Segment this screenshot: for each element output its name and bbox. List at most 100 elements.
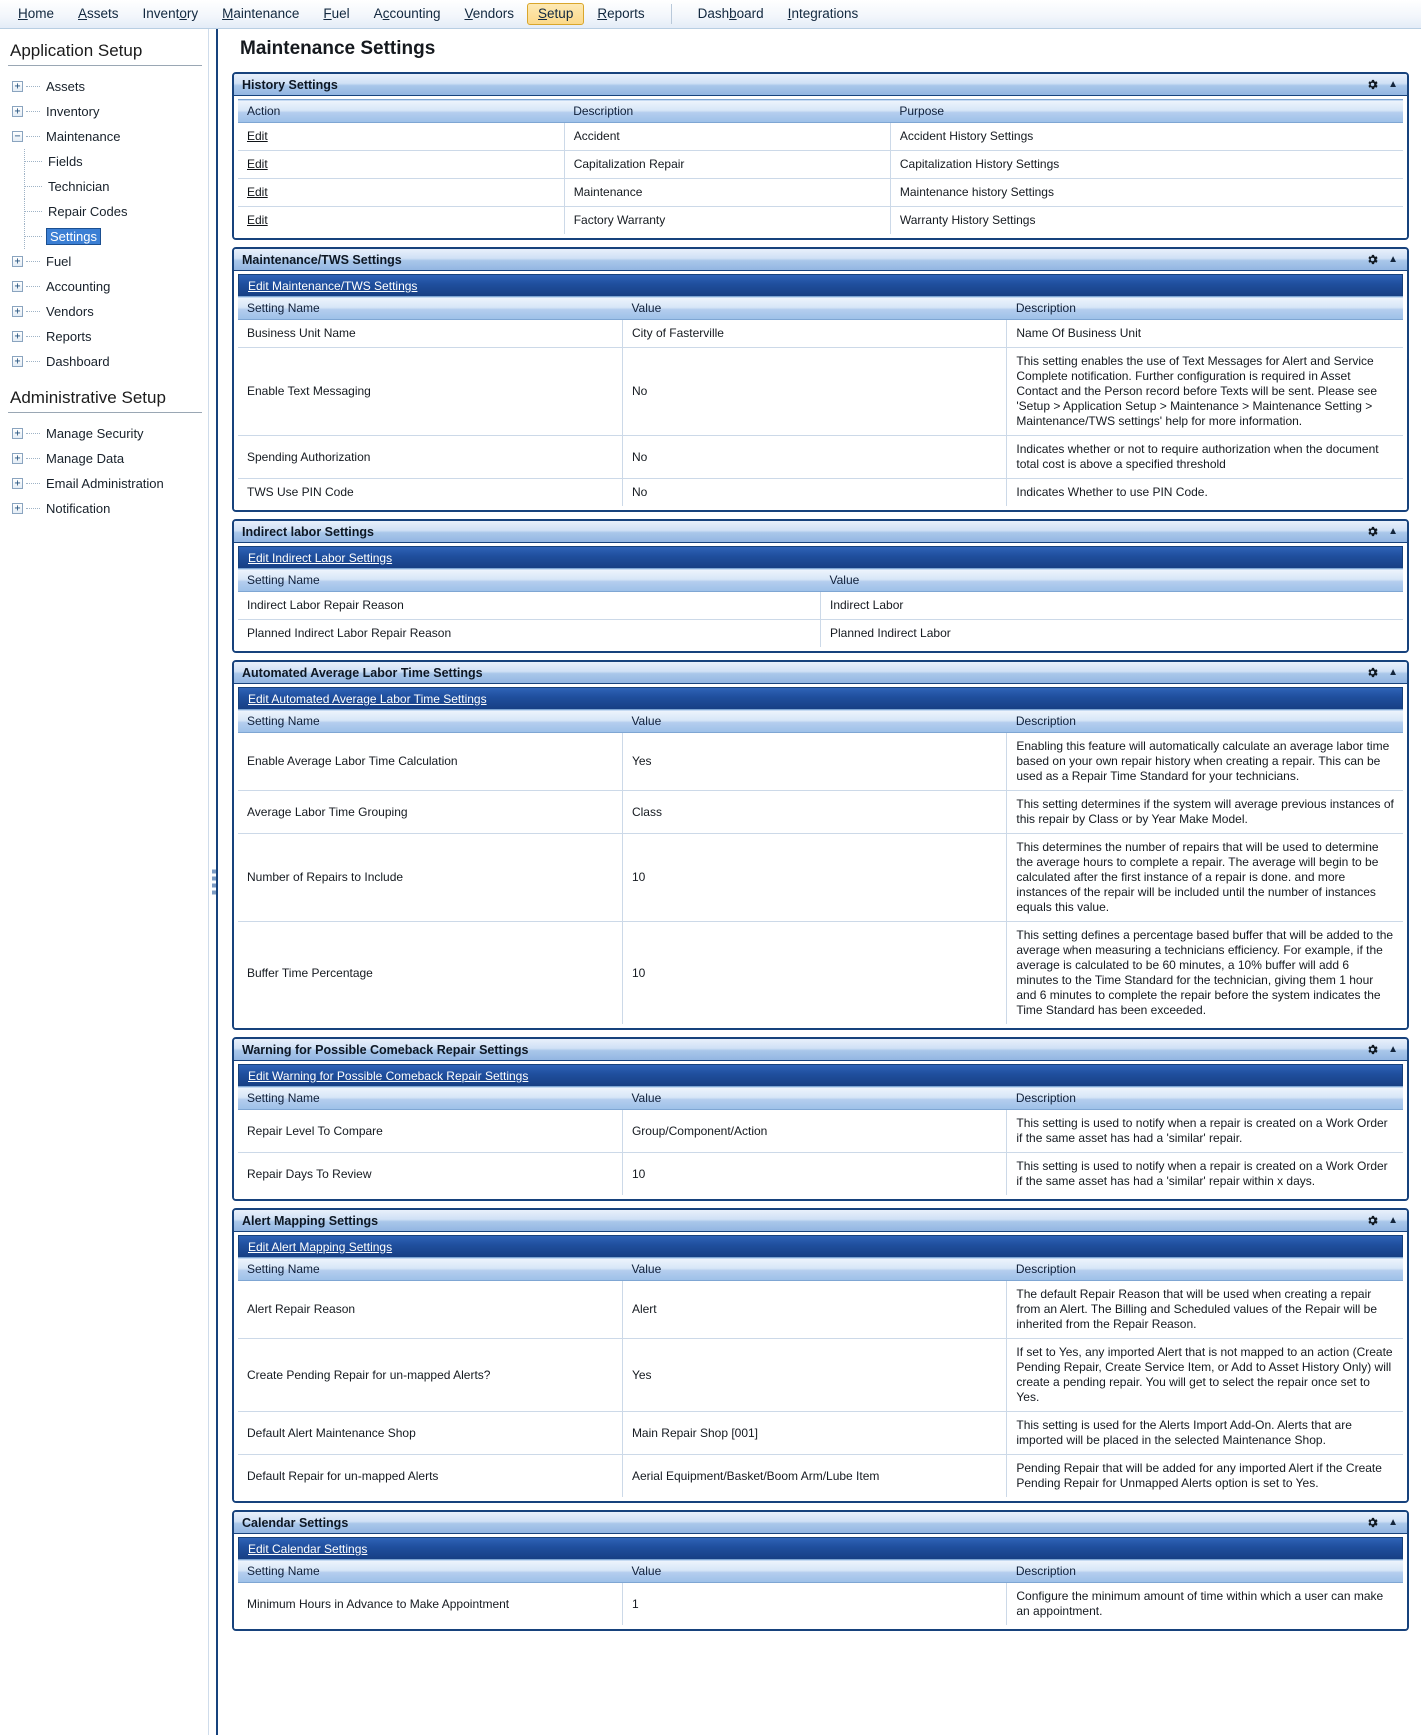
panel-header[interactable]: Automated Average Labor Time Settings ▲ <box>234 662 1407 684</box>
panel-header[interactable]: Indirect labor Settings ▲ <box>234 521 1407 543</box>
sidebar-item-technician[interactable]: Technician <box>12 174 208 199</box>
chevron-up-icon[interactable]: ▲ <box>1388 79 1398 90</box>
edit-row-link[interactable]: Edit <box>247 213 268 227</box>
table-header-row: Action Description Purpose <box>238 99 1403 123</box>
sidebar-item-accounting[interactable]: + Accounting <box>12 274 208 299</box>
column-header[interactable]: Value <box>820 568 1403 592</box>
chevron-up-icon[interactable]: ▲ <box>1388 254 1398 265</box>
column-header[interactable]: Setting Name <box>238 568 821 592</box>
column-header[interactable]: Purpose <box>890 99 1403 123</box>
expand-node-icon[interactable]: + <box>12 106 23 117</box>
panel-header[interactable]: Alert Mapping Settings ▲ <box>234 1210 1407 1232</box>
gear-icon[interactable] <box>1366 1043 1379 1056</box>
sidebar-item-repair-codes[interactable]: Repair Codes <box>12 199 208 224</box>
gear-icon[interactable] <box>1366 253 1379 266</box>
column-header[interactable]: Description <box>1006 1257 1403 1281</box>
gear-icon[interactable] <box>1366 666 1379 679</box>
cell-value: 1 <box>622 1582 1008 1625</box>
expand-node-icon[interactable]: + <box>12 503 23 514</box>
panel-header[interactable]: Warning for Possible Comeback Repair Set… <box>234 1039 1407 1061</box>
column-header[interactable]: Description <box>1006 709 1403 733</box>
column-header[interactable]: Setting Name <box>238 296 623 320</box>
sidebar-item-email-administration[interactable]: + Email Administration <box>12 471 208 496</box>
edit-settings-link[interactable]: Edit Automated Average Labor Time Settin… <box>248 692 487 706</box>
cell-name: Repair Level To Compare <box>238 1109 623 1153</box>
edit-settings-link[interactable]: Edit Calendar Settings <box>248 1542 367 1556</box>
menu-item-dashboard[interactable]: Dashboard <box>687 3 775 25</box>
expand-node-icon[interactable]: + <box>12 281 23 292</box>
sidebar-item-inventory[interactable]: + Inventory <box>12 99 208 124</box>
expand-node-icon[interactable]: + <box>12 453 23 464</box>
sidebar-splitter[interactable] <box>208 29 218 1735</box>
sidebar-item-manage-data[interactable]: + Manage Data <box>12 446 208 471</box>
collapse-node-icon[interactable]: − <box>12 131 23 142</box>
sidebar-item-notification[interactable]: + Notification <box>12 496 208 521</box>
sidebar-item-vendors[interactable]: + Vendors <box>12 299 208 324</box>
sidebar-item-fuel[interactable]: + Fuel <box>12 249 208 274</box>
sidebar-item-reports[interactable]: + Reports <box>12 324 208 349</box>
expand-node-icon[interactable]: + <box>12 256 23 267</box>
column-header[interactable]: Value <box>622 1086 1007 1110</box>
chevron-up-icon[interactable]: ▲ <box>1388 1517 1398 1528</box>
sidebar-item-assets[interactable]: + Assets <box>12 74 208 99</box>
expand-node-icon[interactable]: + <box>12 428 23 439</box>
edit-row-link[interactable]: Edit <box>247 157 268 171</box>
expand-node-icon[interactable]: + <box>12 478 23 489</box>
column-header[interactable]: Setting Name <box>238 709 623 733</box>
column-header[interactable]: Setting Name <box>238 1257 623 1281</box>
column-header[interactable]: Setting Name <box>238 1559 623 1583</box>
chevron-up-icon[interactable]: ▲ <box>1388 526 1398 537</box>
column-header[interactable]: Value <box>622 296 1007 320</box>
menu-item-maintenance[interactable]: Maintenance <box>211 3 310 25</box>
chevron-up-icon[interactable]: ▲ <box>1388 1215 1398 1226</box>
menu-item-inventory[interactable]: Inventory <box>132 3 210 25</box>
menu-item-assets[interactable]: Assets <box>67 3 130 25</box>
panel-header[interactable]: Maintenance/TWS Settings ▲ <box>234 249 1407 271</box>
menu-item-fuel[interactable]: Fuel <box>312 3 360 25</box>
column-header[interactable]: Description <box>1006 1086 1403 1110</box>
column-header[interactable]: Description <box>1006 1559 1403 1583</box>
edit-settings-link[interactable]: Edit Warning for Possible Comeback Repai… <box>248 1069 528 1083</box>
edit-settings-link[interactable]: Edit Indirect Labor Settings <box>248 551 392 565</box>
column-header[interactable]: Action <box>238 99 565 123</box>
menu-item-integrations[interactable]: Integrations <box>777 3 870 25</box>
column-header[interactable]: Value <box>622 709 1007 733</box>
gear-icon[interactable] <box>1366 1516 1379 1529</box>
expand-node-icon[interactable]: + <box>12 331 23 342</box>
gear-icon[interactable] <box>1366 78 1379 91</box>
menu-item-home[interactable]: Home <box>7 3 65 25</box>
edit-row-link[interactable]: Edit <box>247 129 268 143</box>
cell-name: Repair Days To Review <box>238 1152 623 1195</box>
menu-item-accounting[interactable]: Accounting <box>363 3 452 25</box>
menu-item-vendors[interactable]: Vendors <box>453 3 525 25</box>
column-header[interactable]: Value <box>622 1559 1007 1583</box>
column-header[interactable]: Description <box>1006 296 1403 320</box>
sidebar-item-dashboard[interactable]: + Dashboard <box>12 349 208 374</box>
panel-header[interactable]: History Settings ▲ <box>234 74 1407 96</box>
chevron-up-icon[interactable]: ▲ <box>1388 1044 1398 1055</box>
expand-node-icon[interactable]: + <box>12 306 23 317</box>
edit-row-link[interactable]: Edit <box>247 185 268 199</box>
gear-icon[interactable] <box>1366 1214 1379 1227</box>
sidebar-item-settings[interactable]: Settings <box>12 224 208 249</box>
panel-header[interactable]: Calendar Settings ▲ <box>234 1512 1407 1534</box>
sidebar-item-manage-security[interactable]: + Manage Security <box>12 421 208 446</box>
tree-connector <box>26 458 40 459</box>
menu-item-reports[interactable]: Reports <box>586 3 655 25</box>
main-content: Maintenance Settings History Settings ▲ Ac… <box>218 29 1421 1735</box>
expand-node-icon[interactable]: + <box>12 81 23 92</box>
page-body: Application Setup + Assets + Inventory − Main… <box>0 29 1421 1735</box>
sidebar-item-fields[interactable]: Fields <box>12 149 208 174</box>
chevron-up-icon[interactable]: ▲ <box>1388 667 1398 678</box>
column-header[interactable]: Description <box>564 99 891 123</box>
menu-item-setup[interactable]: Setup <box>527 3 585 25</box>
edit-settings-link[interactable]: Edit Maintenance/TWS Settings <box>248 279 417 293</box>
sidebar-item-maintenance[interactable]: − Maintenance <box>12 124 208 149</box>
gear-icon[interactable] <box>1366 525 1379 538</box>
splitter-grip[interactable] <box>212 867 216 898</box>
column-header[interactable]: Value <box>622 1257 1007 1281</box>
column-header[interactable]: Setting Name <box>238 1086 623 1110</box>
edit-settings-link[interactable]: Edit Alert Mapping Settings <box>248 1240 392 1254</box>
expand-node-icon[interactable]: + <box>12 356 23 367</box>
panel-title: Alert Mapping Settings <box>242 1213 379 1228</box>
